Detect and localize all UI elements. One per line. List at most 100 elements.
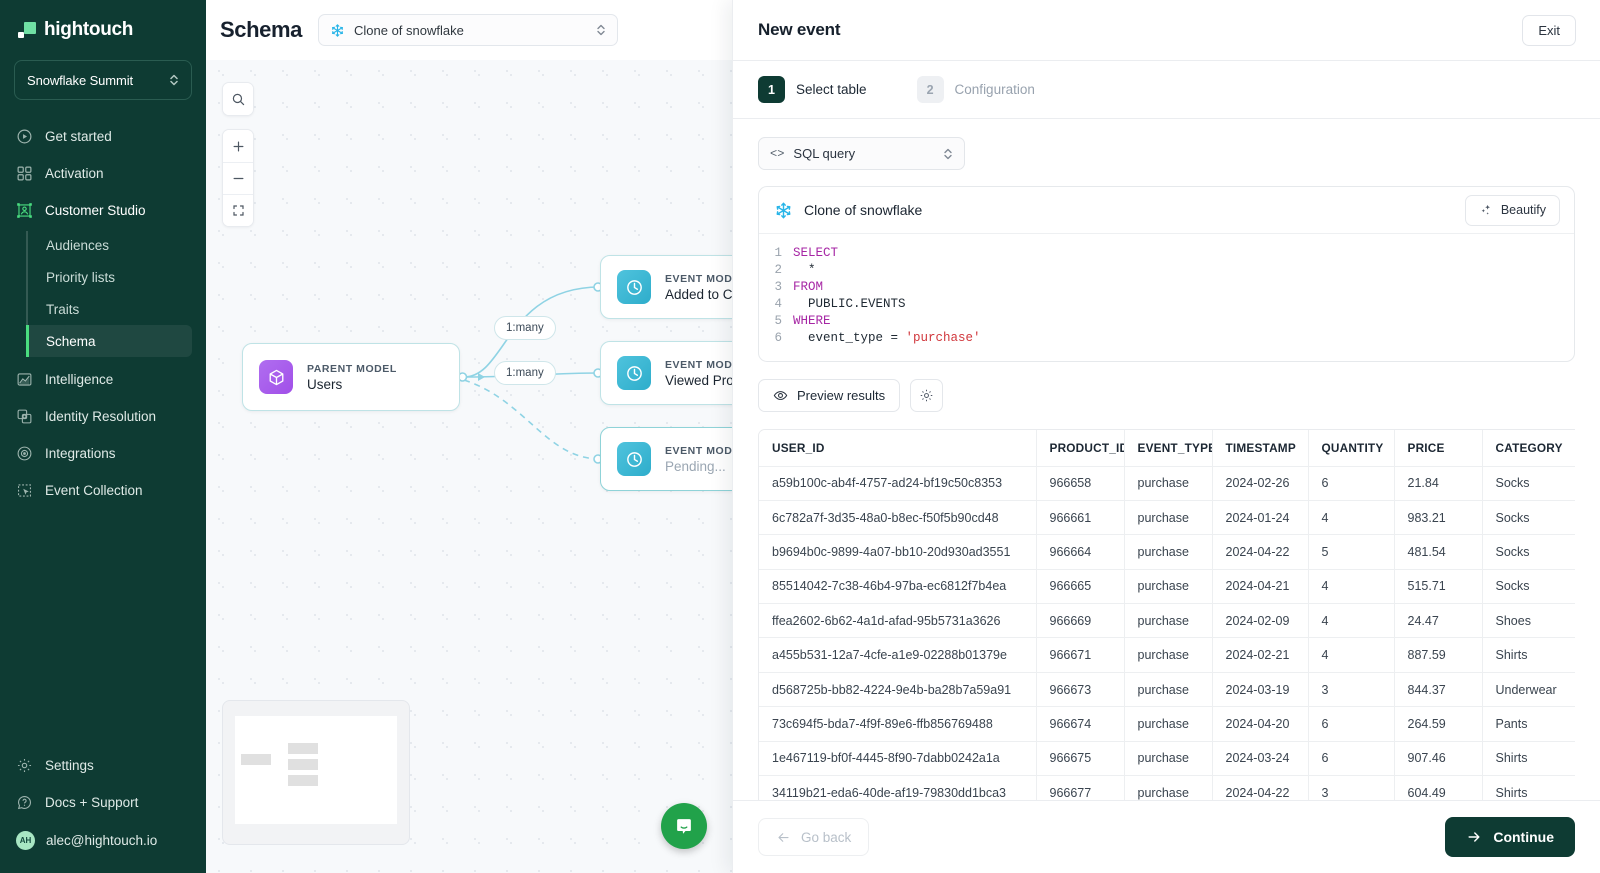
source-selector[interactable]: Clone of snowflake <box>317 14 618 46</box>
grid-blocks-icon <box>16 165 33 182</box>
cell-category: Socks <box>1482 500 1575 536</box>
sidebar-nav: Get started Activation Customer Studio A… <box>0 118 206 747</box>
beautify-label: Beautify <box>1500 203 1546 217</box>
intercom-chat-button[interactable] <box>661 803 707 849</box>
cell-price: 481.54 <box>1394 534 1483 570</box>
sidebar-item-docs-support[interactable]: Docs + Support <box>0 784 206 821</box>
cell-product-id: 966671 <box>1036 637 1125 673</box>
graph-canvas[interactable]: 1:many 1:many PARENT MODEL Users EVENT M… <box>206 60 733 873</box>
sidebar-item-schema[interactable]: Schema <box>26 325 192 357</box>
line-number: 1 <box>774 246 782 260</box>
code-text: event_type = <box>793 331 906 345</box>
go-back-label: Go back <box>801 829 852 845</box>
cell-quantity: 5 <box>1308 534 1395 570</box>
beautify-button[interactable]: Beautify <box>1464 194 1560 226</box>
sidebar-item-settings[interactable]: Settings <box>0 747 206 784</box>
column-header-product-id[interactable]: PRODUCT_ID <box>1036 430 1125 467</box>
cell-product-id: 966661 <box>1036 500 1125 536</box>
sidebar-sub-label: Traits <box>46 301 80 317</box>
results-table-wrapper[interactable]: USER_ID PRODUCT_ID EVENT_TYPE TIMESTAMP … <box>758 429 1575 811</box>
cell-user-id: d568725b-bb82-4224-9e4b-ba28b7a59a91 <box>759 672 1037 708</box>
column-header-quantity[interactable]: QUANTITY <box>1308 430 1395 467</box>
node-type: EVENT MOD <box>665 444 733 457</box>
workspace-selector[interactable]: Snowflake Summit <box>14 60 192 100</box>
node-name: Users <box>307 376 343 392</box>
cell-quantity: 6 <box>1308 706 1395 742</box>
cell-product-id: 966658 <box>1036 466 1125 501</box>
user-menu[interactable]: AH alec@hightouch.io <box>0 821 206 859</box>
cell-user-id: 85514042-7c38-46b4-97ba-ec6812f7b4ea <box>759 569 1037 605</box>
column-header-category[interactable]: CATEGORY <box>1482 430 1575 467</box>
cell-quantity: 4 <box>1308 500 1395 536</box>
graph-node-event-model-pending[interactable]: EVENT MOD Pending... <box>600 427 733 491</box>
sidebar-item-event-collection[interactable]: Event Collection <box>0 472 206 509</box>
cell-price: 844.37 <box>1394 672 1483 708</box>
sidebar-item-intelligence[interactable]: Intelligence <box>0 361 206 398</box>
sql-editor[interactable]: Clone of snowflake Beautify 1 SELECT 2 *… <box>758 186 1575 362</box>
sidebar-item-label: Docs + Support <box>45 795 139 810</box>
code-line: 2 * <box>759 262 1574 279</box>
sidebar-item-get-started[interactable]: Get started <box>0 118 206 155</box>
sidebar-item-audiences[interactable]: Audiences <box>26 229 192 261</box>
cell-product-id: 966669 <box>1036 603 1125 639</box>
step-label: Select table <box>796 82 867 97</box>
sql-editor-header: Clone of snowflake Beautify <box>759 187 1574 234</box>
sidebar-item-traits[interactable]: Traits <box>26 293 192 325</box>
sidebar-item-label: Event Collection <box>45 483 143 498</box>
column-header-user-id[interactable]: USER_ID <box>759 430 1037 467</box>
cell-price: 24.47 <box>1394 603 1483 639</box>
sql-code[interactable]: 1 SELECT 2 * 3 FROM 4 PUBLIC.EVENTS 5 WH… <box>759 234 1574 361</box>
step-configuration[interactable]: 2 Configuration <box>916 76 1035 103</box>
sidebar-item-activation[interactable]: Activation <box>0 155 206 192</box>
go-back-button[interactable]: Go back <box>758 818 870 856</box>
chat-bubble-icon <box>673 815 695 837</box>
line-number: 5 <box>774 314 782 328</box>
cell-category: Pants <box>1482 706 1575 742</box>
step-number: 2 <box>916 76 944 103</box>
user-email: alec@hightouch.io <box>46 832 158 848</box>
cell-event-type: purchase <box>1124 672 1213 708</box>
sidebar-sub-label: Priority lists <box>46 269 116 285</box>
edge-label-cardinality: 1:many <box>494 316 556 340</box>
cell-price: 515.71 <box>1394 569 1483 605</box>
preview-results-button[interactable]: Preview results <box>758 379 901 412</box>
integrations-icon <box>16 445 33 462</box>
graph-node-event-model[interactable]: EVENT MOD Added to Ca <box>600 255 733 319</box>
cell-category: Socks <box>1482 466 1575 501</box>
code-text: WHERE <box>793 314 831 328</box>
cell-timestamp: 2024-02-21 <box>1212 637 1309 673</box>
sidebar-item-customer-studio[interactable]: Customer Studio <box>0 192 206 229</box>
editor-source: Clone of snowflake <box>774 201 922 220</box>
sidebar-bottom: Settings Docs + Support AH alec@hightouc… <box>0 747 206 873</box>
sidebar-item-priority-lists[interactable]: Priority lists <box>26 261 192 293</box>
cell-quantity: 4 <box>1308 569 1395 605</box>
step-number: 1 <box>758 76 785 103</box>
cell-quantity: 4 <box>1308 603 1395 639</box>
brand-logo[interactable]: hightouch <box>0 0 206 46</box>
exit-button[interactable]: Exit <box>1522 14 1576 46</box>
schema-canvas-area: Schema Clone of snowflake 1:many 1:many … <box>206 0 733 873</box>
cell-price: 983.21 <box>1394 500 1483 536</box>
table-row: 1e467119-bf0f-4445-8f90-7dabb0242a1a 966… <box>759 741 1575 777</box>
cell-quantity: 6 <box>1308 741 1395 777</box>
cell-category: Shoes <box>1482 603 1575 639</box>
cell-timestamp: 2024-04-22 <box>1212 534 1309 570</box>
graph-node-parent-model[interactable]: PARENT MODEL Users <box>242 343 460 411</box>
cell-user-id: a59b100c-ab4f-4757-ad24-bf19c50c8353 <box>759 466 1037 501</box>
preview-settings-button[interactable] <box>910 379 944 412</box>
graph-node-event-model[interactable]: EVENT MOD Viewed Pro <box>600 341 733 405</box>
line-number: 4 <box>774 297 782 311</box>
continue-button[interactable]: Continue <box>1445 817 1575 857</box>
step-select-table[interactable]: 1 Select table <box>758 76 867 103</box>
query-type-selector[interactable]: <> SQL query <box>758 137 965 170</box>
play-circle-icon <box>16 128 33 145</box>
column-header-timestamp[interactable]: TIMESTAMP <box>1212 430 1309 467</box>
cell-quantity: 4 <box>1308 637 1395 673</box>
column-header-price[interactable]: PRICE <box>1394 430 1483 467</box>
panel-header: New event Exit <box>733 0 1600 61</box>
canvas-minimap[interactable] <box>222 700 410 845</box>
node-name: Added to Ca <box>665 286 733 302</box>
sidebar-item-identity-resolution[interactable]: Identity Resolution <box>0 398 206 435</box>
sidebar-item-integrations[interactable]: Integrations <box>0 435 206 472</box>
column-header-event-type[interactable]: EVENT_TYPE <box>1124 430 1213 467</box>
